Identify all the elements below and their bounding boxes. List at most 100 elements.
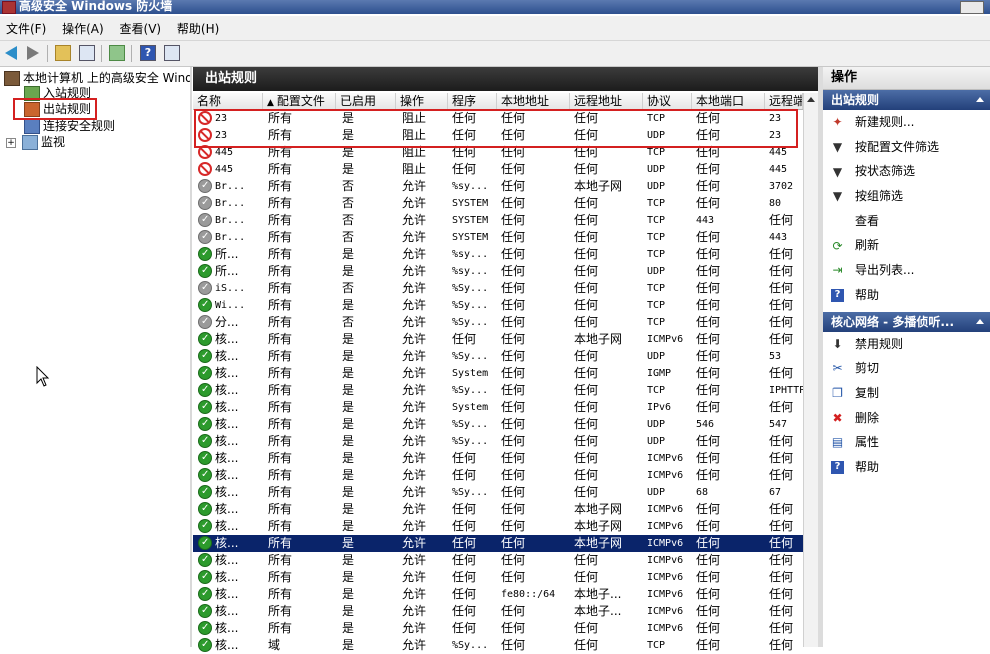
cell-program: 任何 [452, 587, 477, 601]
table-row[interactable]: 核... 所有 是 允许 任何 任何 本地子网 ICMPv6 任何 任何 [193, 534, 803, 552]
table-row[interactable]: 核... 所有 是 允许 %Sy... 任何 任何 UDP 任何 53 [193, 347, 803, 365]
table-row[interactable]: 分... 所有 否 允许 %Sy... 任何 任何 TCP 任何 任何 [193, 313, 803, 331]
cell-profile: 所有 [268, 604, 293, 618]
table-row[interactable]: Br... 所有 否 允许 SYSTEM 任何 任何 TCP 任何 443 [193, 228, 803, 246]
allow-rule-icon [198, 551, 212, 568]
help-button[interactable]: ? [139, 44, 157, 62]
table-row[interactable]: 核... 所有 是 允许 %Sy... 任何 任何 UDP 546 547 [193, 415, 803, 433]
cell-local: 任何 [501, 281, 526, 295]
table-row[interactable]: 核... 域 是 允许 %Sy... 任何 任何 TCP 任何 任何 [193, 636, 803, 654]
table-row[interactable]: 核... 所有 是 允许 任何 任何 任何 ICMPv6 任何 任何 [193, 466, 803, 484]
action-filter[interactable]: ▼ 按配置文件筛选 [823, 135, 990, 160]
column-local-address[interactable]: 本地地址 [497, 93, 570, 109]
menu-view[interactable]: 查看(V) [114, 16, 168, 40]
back-button[interactable] [2, 44, 20, 62]
action-cut[interactable]: ✂ 剪切 [823, 356, 990, 381]
actions-section-outbound[interactable]: 出站规则 [823, 90, 990, 110]
show-hide-tree-button[interactable] [78, 44, 96, 62]
table-row[interactable]: 核... 所有 是 允许 任何 任何 本地子... ICMPv6 任何 任何 [193, 602, 803, 620]
cell-lport: 任何 [696, 451, 721, 465]
cell-name: 核... [215, 332, 239, 346]
tree-item-monitoring[interactable]: + 监视 [6, 134, 65, 151]
column-label: 程序 [452, 94, 477, 108]
table-row[interactable]: 核... 所有 是 允许 %Sy... 任何 任何 UDP 任何 任何 [193, 432, 803, 450]
disabled-rule-icon [198, 279, 212, 296]
table-row[interactable]: 核... 所有 是 允许 %Sy... 任何 任何 UDP 68 67 [193, 483, 803, 501]
action-filter[interactable]: ▼ 按状态筛选 [823, 159, 990, 184]
cell-profile: 所有 [268, 315, 293, 329]
actions-section-selected-rule[interactable]: 核心网络 - 多播侦听... [823, 311, 990, 332]
vertical-scrollbar[interactable] [803, 93, 819, 647]
expand-icon[interactable]: + [6, 137, 16, 148]
cell-enabled: 是 [342, 621, 355, 635]
up-folder-button[interactable] [54, 44, 72, 62]
table-row[interactable]: Br... 所有 否 允许 %sy... 任何 本地子网 UDP 任何 3702 [193, 177, 803, 195]
table-row[interactable]: 核... 所有 是 允许 任何 任何 本地子网 ICMPv6 任何 任何 [193, 517, 803, 535]
action-help[interactable]: ? 帮助 [823, 283, 990, 308]
cell-rport: 任何 [769, 502, 794, 516]
window-close-button[interactable] [960, 1, 984, 14]
table-row[interactable]: Br... 所有 否 允许 SYSTEM 任何 任何 TCP 任何 80 [193, 194, 803, 212]
table-row[interactable]: 核... 所有 是 允许 %Sy... 任何 任何 TCP 任何 IPHTTP [193, 381, 803, 399]
cell-name: iS... [215, 283, 246, 294]
table-row[interactable]: 核... 所有 是 允许 System 任何 任何 IGMP 任何 任何 [193, 364, 803, 382]
tree-item-connection-security-rules[interactable]: 连接安全规则 [24, 118, 115, 135]
action-filter[interactable]: ▼ 按组筛选 [823, 184, 990, 209]
cell-program: 任何 [452, 519, 477, 533]
cell-program: SYSTEM [452, 232, 489, 243]
column-program[interactable]: 程序 [448, 93, 497, 109]
cell-name: 核... [215, 451, 239, 465]
menu-file[interactable]: 文件(F) [0, 16, 52, 40]
column-remote-port[interactable]: 远程端口 [765, 93, 803, 109]
action-delete[interactable]: ✖ 删除 [823, 406, 990, 431]
column-remote-address[interactable]: 远程地址 [570, 93, 643, 109]
action-view[interactable]: 查看 [823, 209, 990, 234]
table-row[interactable]: 核... 所有 是 允许 任何 任何 本地子网 ICMPv6 任何 任何 [193, 330, 803, 348]
action-copy[interactable]: ❐ 复制 [823, 381, 990, 406]
delete-icon: ✖ [832, 410, 843, 425]
cell-rport: 任何 [769, 332, 794, 346]
menu-help[interactable]: 帮助(H) [171, 16, 225, 40]
column-name[interactable]: 名称 [193, 93, 263, 109]
column-enabled[interactable]: 已启用 [336, 93, 396, 109]
table-row[interactable]: 所... 所有 是 允许 %sy... 任何 任何 UDP 任何 任何 [193, 262, 803, 280]
column-profile[interactable]: ▲ 配置文件 [263, 93, 336, 109]
export-list-button[interactable] [108, 44, 126, 62]
table-row[interactable]: 核... 所有 是 允许 任何 fe80::/64 本地子... ICMPv6 任何 任何 [193, 585, 803, 603]
table-row[interactable]: 核... 所有 是 允许 任何 任何 本地子网 ICMPv6 任何 任何 [193, 500, 803, 518]
cell-name: 核... [215, 349, 239, 363]
table-row[interactable]: iS... 所有 否 允许 %Sy... 任何 任何 TCP 任何 任何 [193, 279, 803, 297]
table-row[interactable]: 核... 所有 是 允许 System 任何 任何 IPv6 任何 任何 [193, 398, 803, 416]
menu-action[interactable]: 操作(A) [56, 16, 110, 40]
cell-name: 核... [215, 434, 239, 448]
cell-name: 445 [215, 164, 234, 175]
cell-protocol: TCP [647, 640, 666, 651]
show-hide-action-pane-button[interactable] [163, 44, 181, 62]
table-row[interactable]: 核... 所有 是 允许 任何 任何 任何 ICMPv6 任何 任何 [193, 551, 803, 569]
action-properties[interactable]: ▤ 属性 [823, 430, 990, 455]
collapse-icon[interactable] [976, 97, 984, 102]
table-row[interactable]: 445 所有 是 阻止 任何 任何 任何 UDP 任何 445 [193, 161, 803, 178]
action-new-rule[interactable]: ✦ 新建规则... [823, 110, 990, 135]
tree-root-label: 本地计算机 上的高级安全 Windows 防火墙 [23, 71, 190, 85]
table-row[interactable]: Wi... 所有 是 允许 %Sy... 任何 任何 TCP 任何 任何 [193, 296, 803, 314]
forward-button[interactable] [24, 44, 42, 62]
column-local-port[interactable]: 本地端口 [692, 93, 765, 109]
column-action[interactable]: 操作 [396, 93, 448, 109]
action-refresh[interactable]: ⟳ 刷新 [823, 233, 990, 258]
table-row[interactable]: Br... 所有 否 允许 SYSTEM 任何 任何 TCP 443 任何 [193, 211, 803, 229]
column-protocol[interactable]: 协议 [643, 93, 692, 109]
action-help[interactable]: ? 帮助 [823, 455, 990, 480]
collapse-icon[interactable] [976, 318, 984, 324]
table-row[interactable]: 核... 所有 是 允许 任何 任何 任何 ICMPv6 任何 任何 [193, 568, 803, 586]
table-row[interactable]: 核... 所有 是 允许 任何 任何 任何 ICMPv6 任何 任何 [193, 619, 803, 637]
cell-local: 任何 [501, 502, 526, 516]
rules-pane: 出站规则 名称 ▲ 配置文件 已启用 操作 程序 本地地址 远程地址 协议 本地端… [193, 67, 819, 653]
cell-action: 允许 [402, 485, 427, 499]
scroll-up-icon[interactable] [807, 97, 815, 102]
cell-lport: 任何 [696, 570, 721, 584]
table-row[interactable]: 所... 所有 是 允许 %sy... 任何 任何 TCP 任何 任何 [193, 245, 803, 263]
action-disable[interactable]: ⬇ 禁用规则 [823, 332, 990, 357]
action-export[interactable]: ⇥ 导出列表... [823, 258, 990, 283]
table-row[interactable]: 核... 所有 是 允许 任何 任何 任何 ICMPv6 任何 任何 [193, 449, 803, 467]
